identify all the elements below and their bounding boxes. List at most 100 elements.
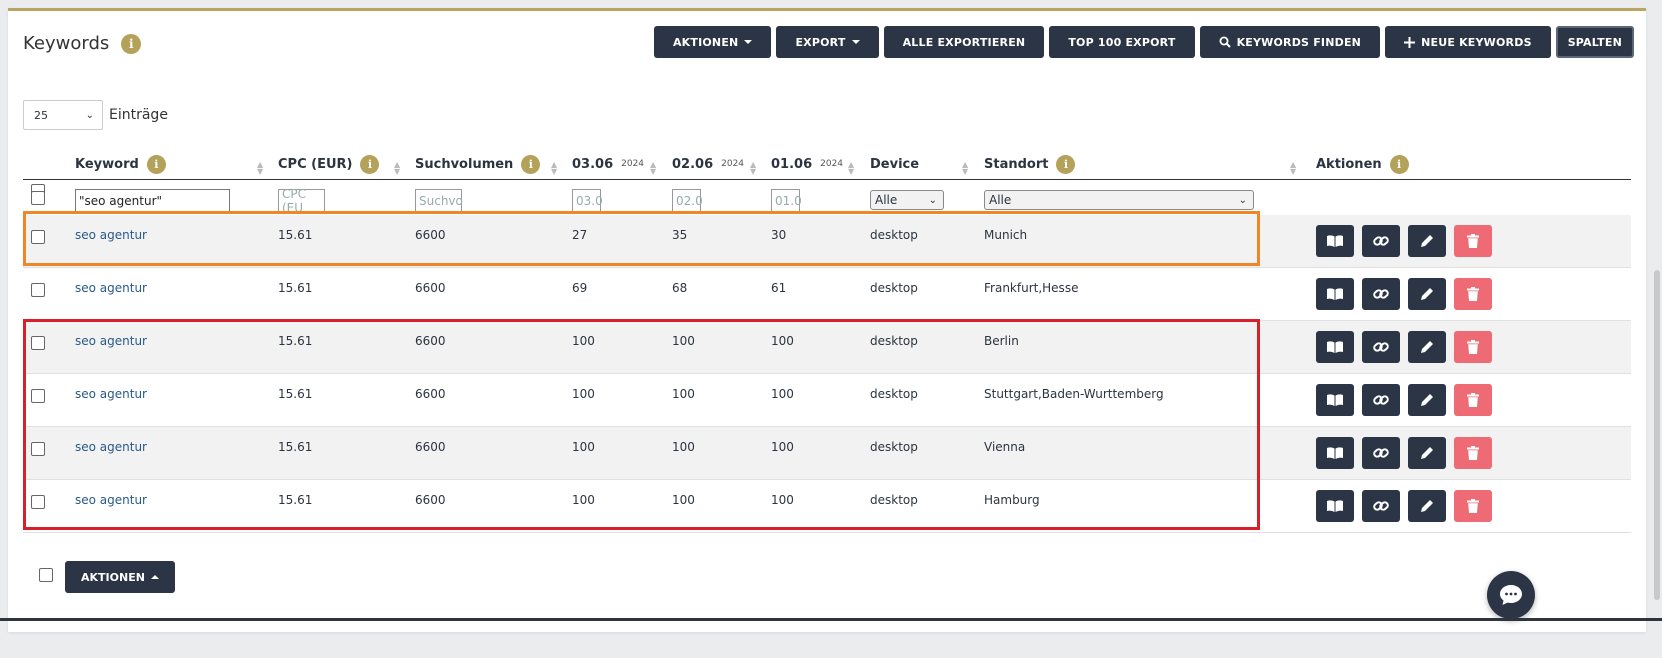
col-header-volume[interactable]: Suchvolumen i: [415, 149, 541, 179]
top100-export-button[interactable]: TOP 100 EXPORT: [1049, 26, 1195, 58]
alle-exportieren-button[interactable]: ALLE EXPORTIEREN: [883, 26, 1045, 58]
date3-filter-input[interactable]: 01.0: [771, 189, 802, 213]
book-icon: [1327, 394, 1343, 406]
entries-label: Einträge: [109, 107, 168, 123]
sort-icon[interactable]: ▲ ▼: [848, 161, 854, 176]
edit-button[interactable]: [1408, 225, 1446, 257]
chat-widget-button[interactable]: [1487, 571, 1535, 619]
volume-filter-input[interactable]: Suchvo: [415, 189, 463, 213]
view-button[interactable]: [1316, 278, 1354, 310]
edit-button[interactable]: [1408, 437, 1446, 469]
link-button[interactable]: [1362, 490, 1400, 522]
edit-button[interactable]: [1408, 278, 1446, 310]
keyword-link[interactable]: seo agentur: [75, 228, 147, 242]
keywords-finden-button[interactable]: KEYWORDS FINDEN: [1199, 26, 1381, 58]
col-header-date-3[interactable]: 01.06 2024: [771, 149, 843, 179]
delete-button[interactable]: [1454, 331, 1492, 363]
delete-button[interactable]: [1454, 490, 1492, 522]
info-icon[interactable]: i: [121, 33, 142, 54]
footer-select-checkbox[interactable]: [39, 568, 53, 582]
col-header-cpc[interactable]: CPC (EUR) i: [278, 149, 380, 179]
row-checkbox[interactable]: [31, 442, 45, 456]
sort-icon[interactable]: ▲ ▼: [962, 161, 968, 176]
sort-icon[interactable]: ▲ ▼: [750, 161, 756, 176]
sort-icon[interactable]: ▲ ▼: [650, 161, 656, 176]
pencil-icon: [1421, 447, 1433, 459]
page-title: Keywords: [23, 33, 110, 54]
neue-keywords-button[interactable]: NEUE KEYWORDS: [1385, 26, 1551, 58]
cpc-value: 15.61: [278, 387, 313, 401]
col-header-keyword[interactable]: Keyword i: [75, 149, 166, 179]
row-checkbox[interactable]: [31, 495, 45, 509]
col-header-device[interactable]: Device: [870, 149, 919, 179]
info-icon[interactable]: i: [146, 154, 166, 174]
info-icon[interactable]: i: [1056, 154, 1076, 174]
scrollbar-thumb[interactable]: [1654, 270, 1660, 600]
table-row: seo agentur 15.61 6600 27 35 30 desktop …: [23, 215, 1631, 268]
footer-aktionen-button[interactable]: AKTIONEN: [65, 561, 175, 593]
sort-icon[interactable]: ▲ ▼: [394, 161, 400, 176]
view-button[interactable]: [1316, 437, 1354, 469]
rank-date-3: 61: [771, 281, 787, 295]
edit-button[interactable]: [1408, 384, 1446, 416]
link-button[interactable]: [1362, 278, 1400, 310]
sort-icon[interactable]: ▲ ▼: [1290, 161, 1296, 176]
rank-date-2: 100: [672, 334, 695, 348]
delete-button[interactable]: [1454, 384, 1492, 416]
sort-icon[interactable]: ▲ ▼: [257, 161, 263, 176]
delete-button[interactable]: [1454, 225, 1492, 257]
link-button[interactable]: [1362, 331, 1400, 363]
device-value: desktop: [870, 493, 918, 507]
row-checkbox[interactable]: [31, 230, 45, 244]
view-button[interactable]: [1316, 225, 1354, 257]
edit-button[interactable]: [1408, 331, 1446, 363]
keyword-link[interactable]: seo agentur: [75, 387, 147, 401]
toolbar: AKTIONEN EXPORT ALLE EXPORTIEREN TOP 100…: [653, 26, 1634, 58]
col-header-date-1[interactable]: 03.06 2024: [572, 149, 644, 179]
keyword-link[interactable]: seo agentur: [75, 440, 147, 454]
sort-icon[interactable]: ▲ ▼: [551, 161, 557, 176]
device-value: desktop: [870, 387, 918, 401]
date1-filter-input[interactable]: 03.0: [572, 189, 603, 213]
filter-checkbox[interactable]: [31, 191, 45, 205]
info-icon[interactable]: i: [521, 154, 541, 174]
aktionen-dropdown-button[interactable]: AKTIONEN: [653, 26, 772, 58]
col-header-location[interactable]: Standort i: [984, 149, 1076, 179]
row-checkbox[interactable]: [31, 336, 45, 350]
link-button[interactable]: [1362, 437, 1400, 469]
view-button[interactable]: [1316, 384, 1354, 416]
cpc-filter-input[interactable]: CPC (EU: [278, 187, 325, 215]
row-checkbox[interactable]: [31, 283, 45, 297]
info-icon[interactable]: i: [360, 154, 380, 174]
table-row: seo agentur 15.61 6600 100 100 100 deskt…: [23, 374, 1631, 427]
entries-select[interactable]: 25 ⌄: [23, 100, 103, 130]
col-header-actions: Aktionen i: [1316, 149, 1409, 179]
keyword-filter-input[interactable]: "seo agentur": [75, 189, 230, 213]
rank-date-2: 35: [672, 228, 688, 242]
export-dropdown-button[interactable]: EXPORT: [776, 26, 879, 58]
link-button[interactable]: [1362, 384, 1400, 416]
view-button[interactable]: [1316, 490, 1354, 522]
delete-button[interactable]: [1454, 278, 1492, 310]
col-header-date-2[interactable]: 02.06 2024: [672, 149, 744, 179]
keyword-link[interactable]: seo agentur: [75, 493, 147, 507]
view-button[interactable]: [1316, 331, 1354, 363]
info-icon[interactable]: i: [1389, 154, 1409, 174]
delete-button[interactable]: [1454, 437, 1492, 469]
date2-filter-input[interactable]: 02.0: [672, 189, 703, 213]
table-row: seo agentur 15.61 6600 100 100 100 deskt…: [23, 321, 1631, 374]
chevron-down-icon: ⌄: [85, 109, 94, 121]
link-button[interactable]: [1362, 225, 1400, 257]
volume-value: 6600: [415, 228, 446, 242]
keyword-link[interactable]: seo agentur: [75, 281, 147, 295]
device-value: desktop: [870, 281, 918, 295]
location-value: Munich: [984, 228, 1028, 242]
edit-button[interactable]: [1408, 490, 1446, 522]
device-filter-select[interactable]: Alle ⌄: [870, 190, 944, 210]
location-filter-select[interactable]: Alle ⌄: [984, 190, 1254, 210]
row-checkbox[interactable]: [31, 389, 45, 403]
keyword-link[interactable]: seo agentur: [75, 334, 147, 348]
page-scrollbar[interactable]: [1650, 0, 1662, 658]
device-value: desktop: [870, 440, 918, 454]
spalten-button[interactable]: SPALTEN: [1555, 26, 1634, 58]
